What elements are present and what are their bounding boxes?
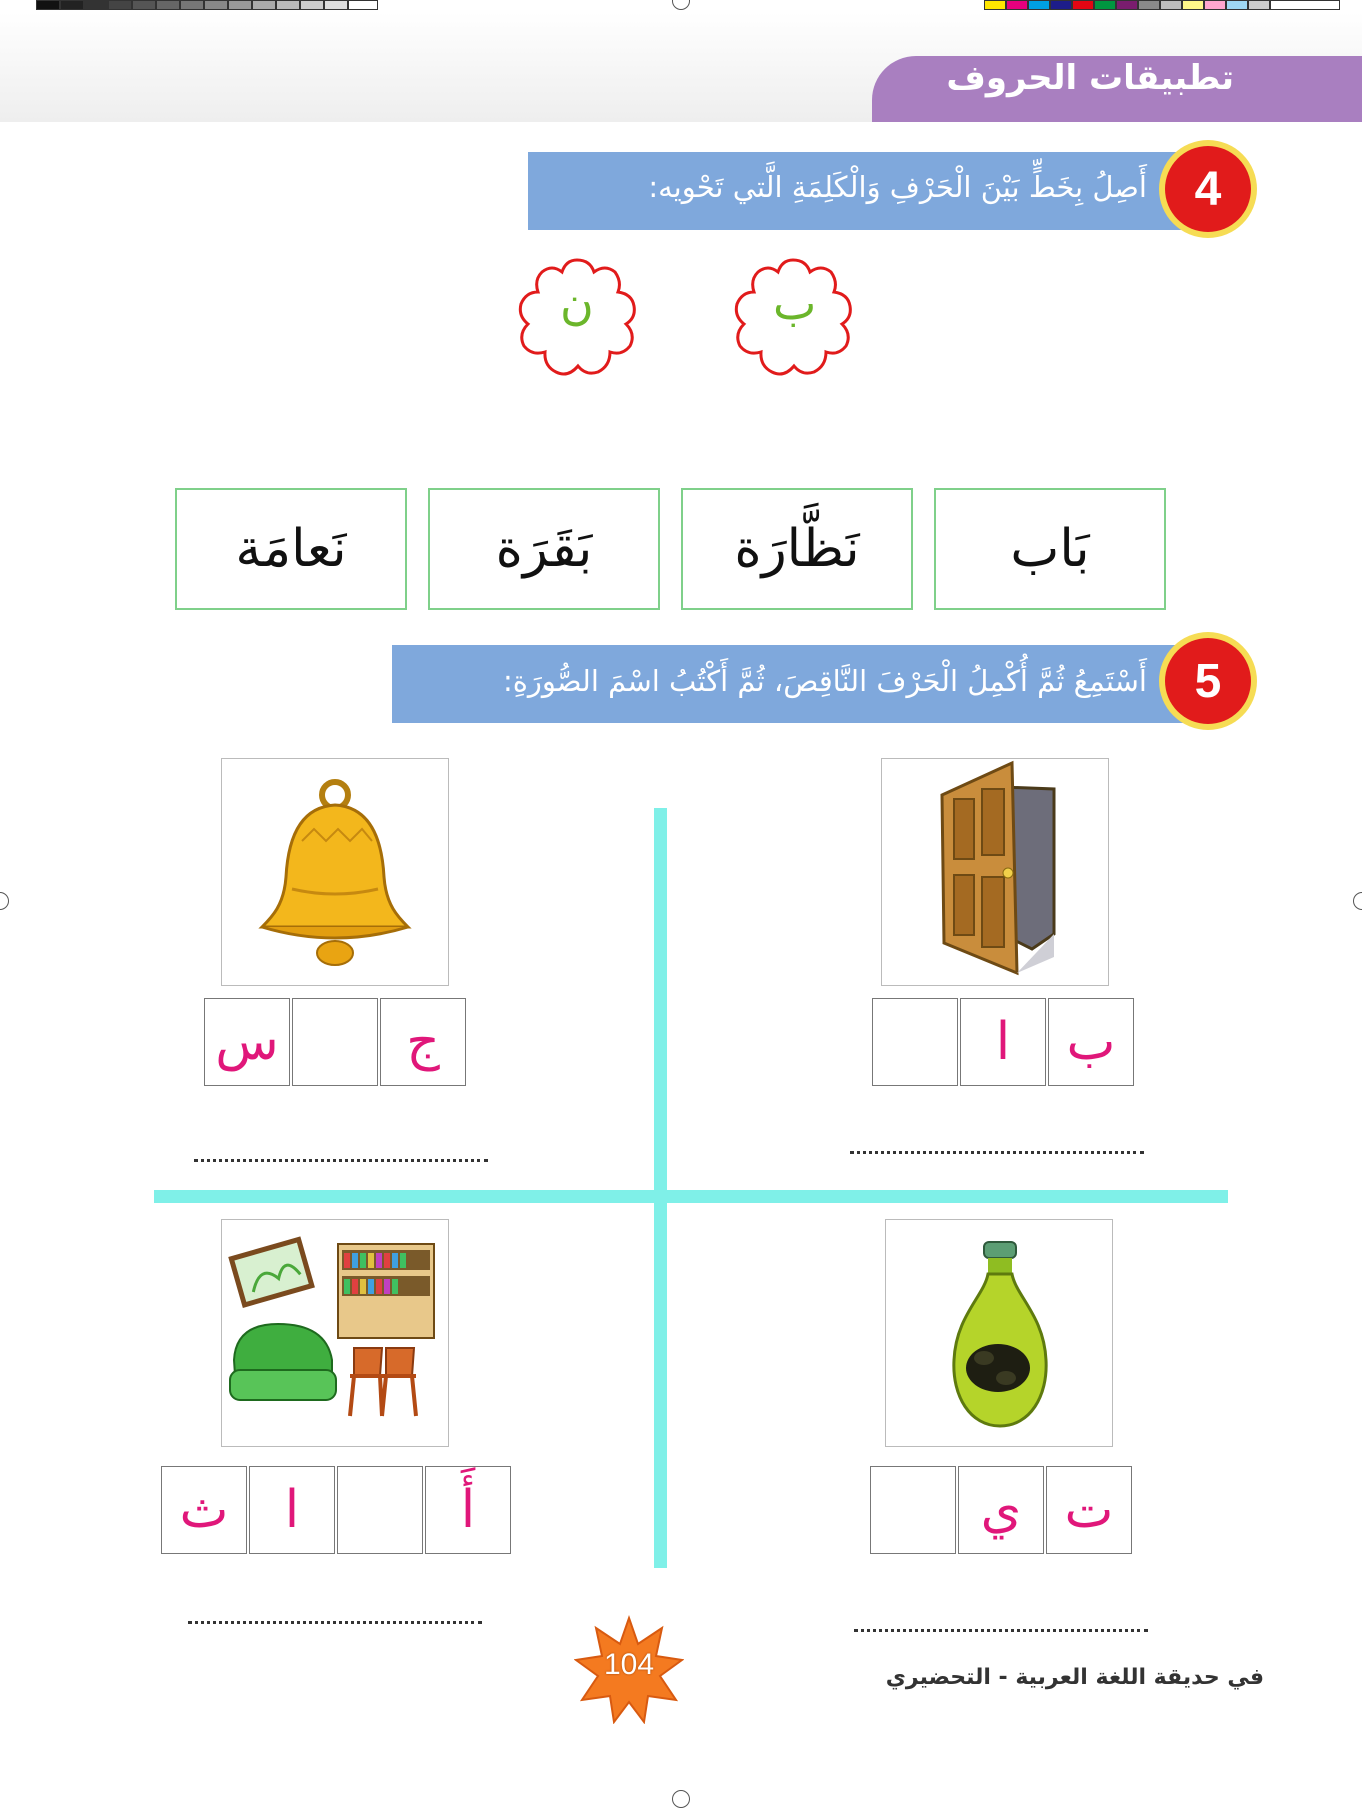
- letter-cell-empty[interactable]: [872, 998, 958, 1086]
- word-box-baqara[interactable]: بَقَرَة: [428, 488, 660, 610]
- letter-cell[interactable]: ت: [1046, 1466, 1132, 1554]
- letter-badge-ba[interactable]: ب: [728, 254, 858, 384]
- registration-mark-left: [0, 892, 9, 910]
- question-5-instruction: أَسْتَمِعُ ثُمَّ أُكْمِلُ الْحَرْفَ النَ…: [502, 664, 1147, 698]
- write-line-bell[interactable]: [194, 1156, 488, 1162]
- book-title: في حديقة اللغة العربية - التحضيري: [885, 1665, 1264, 1690]
- vertical-divider: [654, 808, 667, 1568]
- letter-noon: ن: [560, 276, 594, 330]
- letter-cell[interactable]: ي: [958, 1466, 1044, 1554]
- question-4-number: 4: [1165, 146, 1251, 232]
- page-title: تطبيقات الحروف: [946, 58, 1234, 98]
- page-number: 104: [603, 1648, 655, 1681]
- bell-picture: [221, 758, 449, 986]
- letter-cell[interactable]: ا: [249, 1466, 335, 1554]
- furniture-picture: [221, 1219, 449, 1447]
- write-line-bottle[interactable]: [854, 1626, 1148, 1632]
- write-line-furniture[interactable]: [188, 1618, 482, 1624]
- letter-cell[interactable]: ث: [161, 1466, 247, 1554]
- letter-cells-furniture: أَ ا ث: [161, 1466, 511, 1554]
- letter-cells-bottle: ت ي: [870, 1466, 1132, 1554]
- letter-cell-empty[interactable]: [292, 998, 378, 1086]
- question-4-instruction: أَصِلُ بِخَطٍّ بَيْنَ الْحَرْفِ وَالْكَل…: [648, 170, 1147, 204]
- registration-mark-top: [672, 0, 690, 10]
- letter-cell[interactable]: ج: [380, 998, 466, 1086]
- oil-bottle-icon: [952, 1241, 1048, 1428]
- letter-cell[interactable]: أَ: [425, 1466, 511, 1554]
- furniture-icon: [228, 1236, 435, 1417]
- page-number-badge: 104: [573, 1614, 685, 1725]
- letter-ba: ب: [773, 276, 817, 330]
- letter-cell[interactable]: ب: [1048, 998, 1134, 1086]
- door-icon: [940, 760, 1056, 976]
- word-box-naama[interactable]: نَعامَة: [175, 488, 407, 610]
- horizontal-divider: [154, 1190, 1228, 1203]
- word-box-bab[interactable]: بَاب: [934, 488, 1166, 610]
- question-5-number: 5: [1165, 638, 1251, 724]
- write-line-door[interactable]: [850, 1148, 1144, 1154]
- oil-bottle-picture: [885, 1219, 1113, 1447]
- letter-cells-door: ب ا: [872, 998, 1134, 1086]
- letter-cell-empty[interactable]: [870, 1466, 956, 1554]
- door-picture: [881, 758, 1109, 986]
- word-box-nazzara[interactable]: نَظَّارَة: [681, 488, 913, 610]
- bell-icon: [258, 779, 412, 966]
- letter-cells-bell: ج س: [204, 998, 466, 1086]
- registration-mark-bottom: [672, 1790, 690, 1808]
- letter-cell-empty[interactable]: [337, 1466, 423, 1554]
- registration-mark-right: [1353, 892, 1362, 910]
- letter-badge-noon[interactable]: ن: [512, 254, 642, 384]
- letter-cell[interactable]: س: [204, 998, 290, 1086]
- letter-cell[interactable]: ا: [960, 998, 1046, 1086]
